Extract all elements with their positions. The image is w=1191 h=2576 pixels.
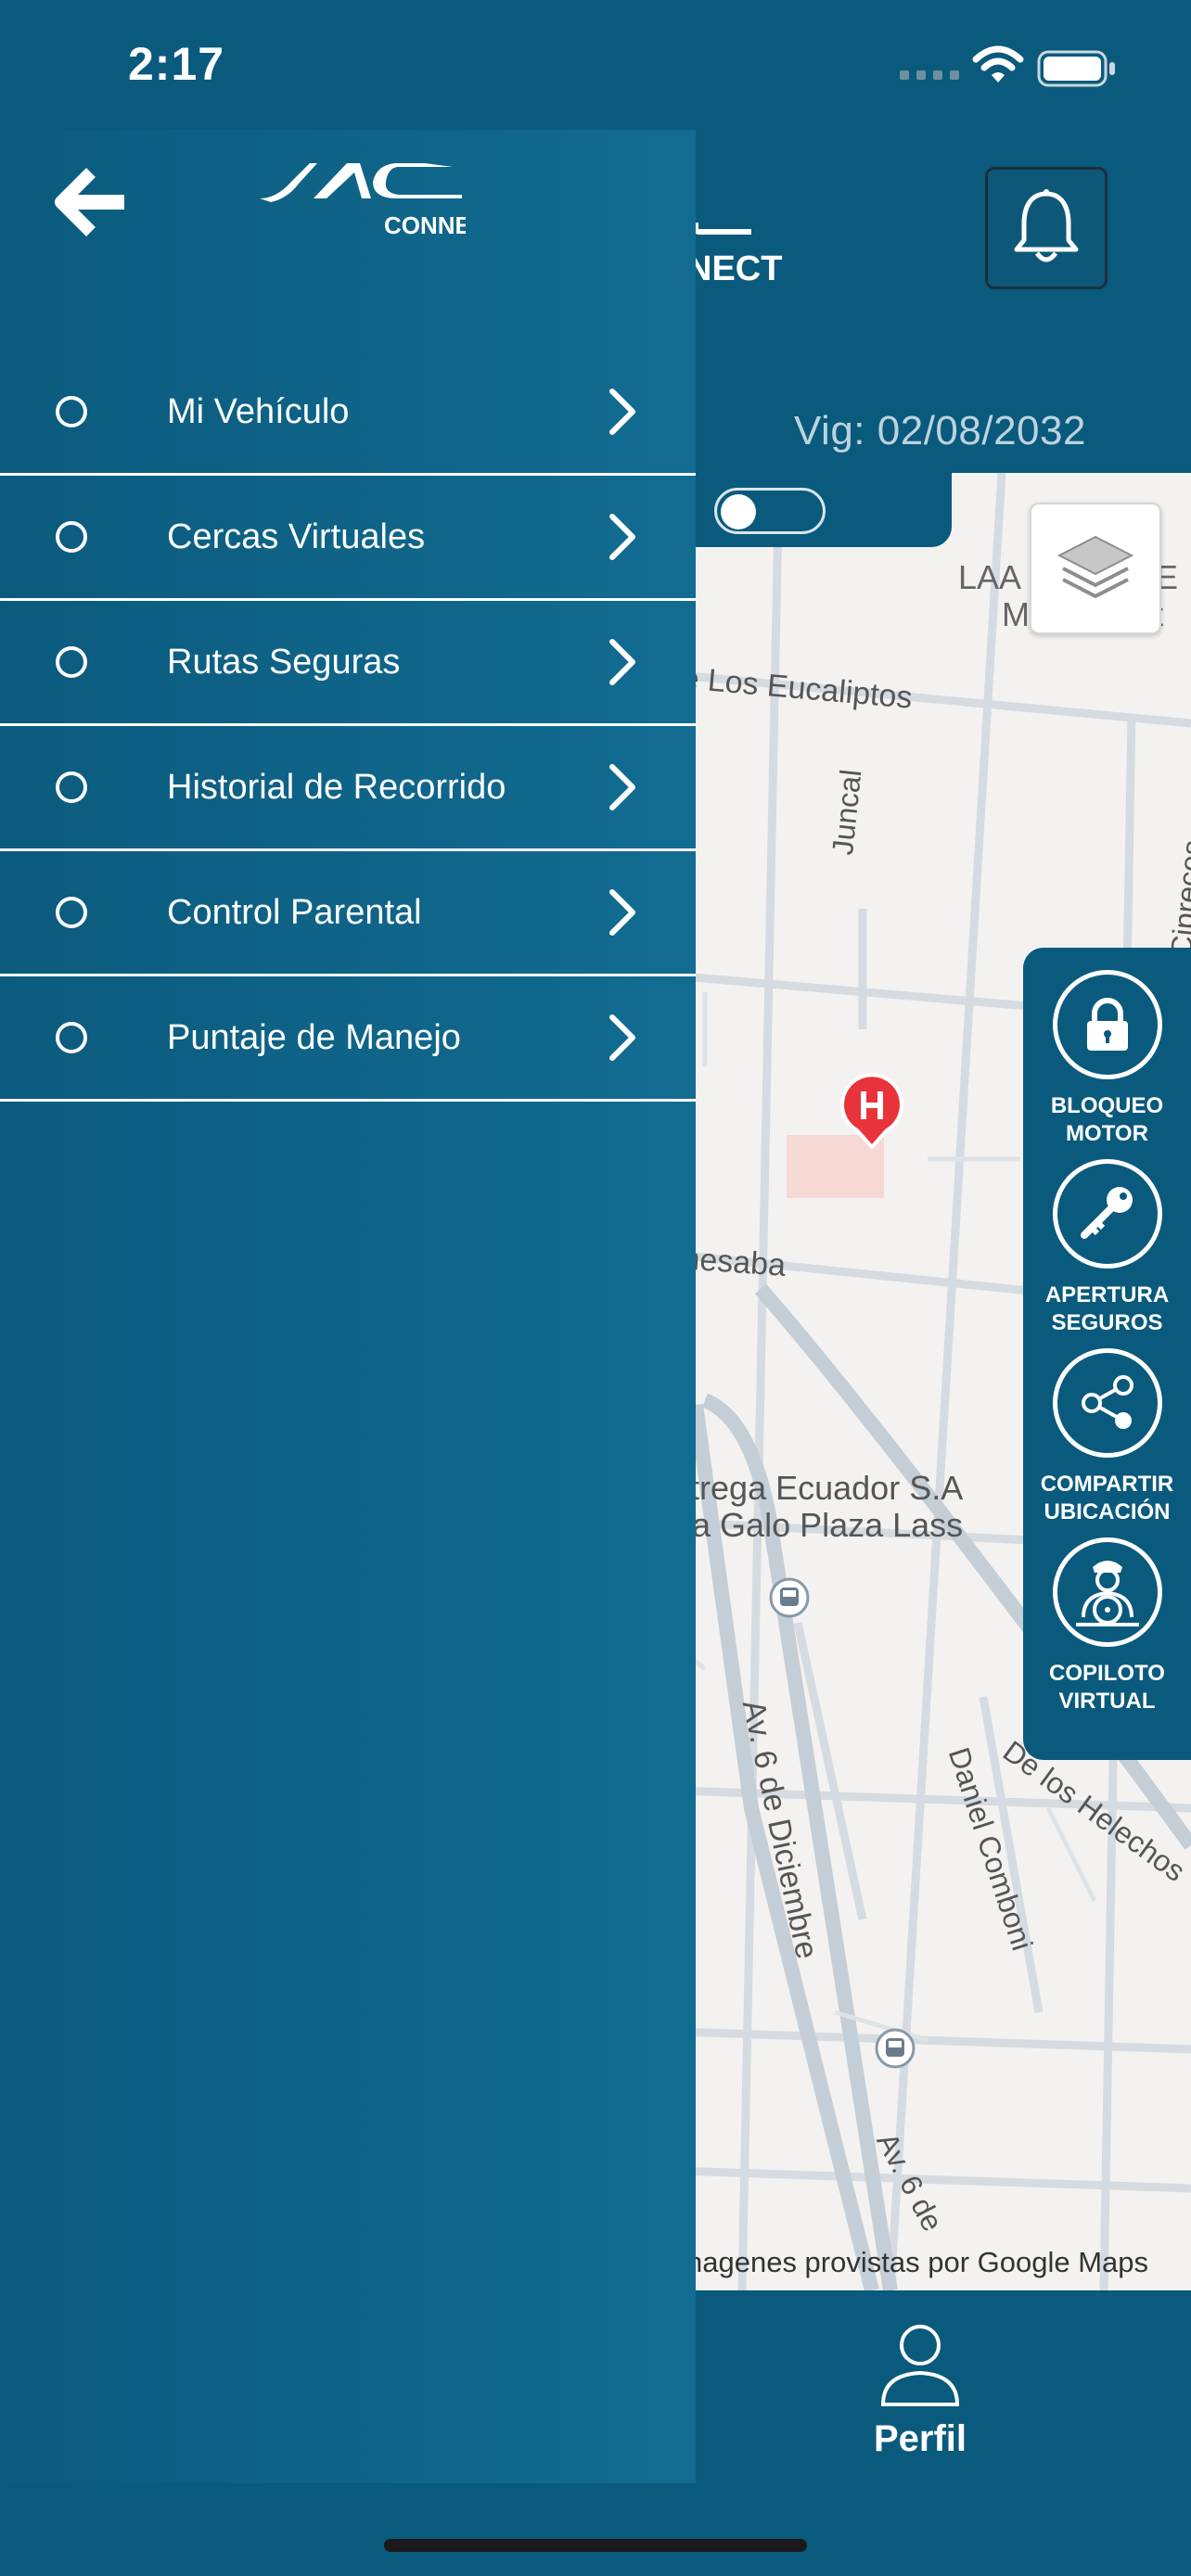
copiloto-virtual-action[interactable]: COPILOTO VIRTUAL (1023, 1537, 1191, 1715)
home-indicator[interactable] (384, 2539, 807, 2552)
menu-item-historial-recorrido[interactable]: Historial de Recorrido (0, 726, 696, 851)
cellular-signal-icon (900, 70, 959, 80)
side-drawer: CONNECT Mi Vehículo Cercas Virtuales Rut… (0, 130, 696, 2483)
hospital-marker-icon[interactable] (839, 1071, 905, 1149)
bell-icon (1014, 189, 1079, 262)
menu-item-label: Puntaje de Manejo (167, 1017, 461, 1057)
menu-item-label: Rutas Seguras (167, 642, 401, 682)
action-label: APERTURA (1044, 1282, 1170, 1307)
menu-item-label: Mi Vehículo (167, 391, 350, 431)
action-label: SEGUROS (1051, 1310, 1163, 1335)
quick-actions-panel: BLOQUEO MOTOR APERTURA SEGUROS COMPARTIR… (1023, 948, 1191, 1760)
menu-item-rutas-seguras[interactable]: Rutas Seguras (0, 601, 696, 726)
battery-icon (1037, 50, 1115, 87)
notifications-button[interactable] (985, 167, 1108, 289)
chevron-right-icon (609, 1014, 635, 1061)
key-icon[interactable] (1052, 1159, 1162, 1269)
menu-item-mi-vehiculo[interactable]: Mi Vehículo (0, 351, 696, 476)
apertura-seguros-action[interactable]: APERTURA SEGUROS (1023, 1159, 1191, 1337)
layers-icon (1057, 535, 1134, 599)
menu-item-puntaje-manejo[interactable]: Puntaje de Manejo (0, 976, 696, 1102)
action-label: MOTOR (1066, 1121, 1148, 1146)
radio-bullet-icon (56, 772, 87, 803)
toggle-knob (721, 494, 756, 529)
map-label: entrega Ecuador S.A (653, 1469, 964, 1507)
copilot-icon[interactable] (1052, 1537, 1162, 1647)
action-label: COMPARTIR (1040, 1472, 1174, 1497)
menu-item-label: Control Parental (167, 892, 422, 932)
radio-bullet-icon (56, 897, 87, 928)
menu-item-label: Cercas Virtuales (167, 516, 426, 556)
radio-bullet-icon (56, 521, 87, 553)
chevron-right-icon (609, 764, 635, 810)
radio-bullet-icon (56, 1022, 87, 1053)
profile-label: Perfil (873, 2418, 967, 2459)
validity-date: Vig: 02/08/2032 (794, 408, 1086, 453)
drawer-menu: Mi Vehículo Cercas Virtuales Rutas Segur… (0, 351, 696, 1102)
status-time: 2:17 (128, 38, 225, 90)
bus-stop-icon[interactable] (768, 1576, 811, 1619)
map-label: ncia Galo Plaza Lass (649, 1506, 964, 1544)
wifi-icon (972, 45, 1024, 83)
bloqueo-motor-action[interactable]: BLOQUEO MOTOR (1023, 970, 1191, 1148)
radio-bullet-icon (56, 396, 87, 427)
menu-item-cercas-virtuales[interactable]: Cercas Virtuales (0, 476, 696, 601)
app-logo: NECT (686, 167, 826, 306)
map-label: LAA (958, 558, 1022, 596)
user-icon (880, 2325, 960, 2406)
action-label: UBICACIÓN (1044, 1499, 1171, 1524)
profile-tab[interactable]: Perfil (835, 2323, 1005, 2460)
chevron-right-icon (609, 639, 635, 685)
action-label: COPILOTO (1049, 1661, 1165, 1686)
jac-connect-logo: CONNECT (260, 163, 466, 239)
chevron-right-icon (609, 389, 635, 435)
menu-item-label: Historial de Recorrido (167, 767, 506, 807)
chevron-right-icon (609, 889, 635, 936)
lock-icon[interactable] (1052, 970, 1162, 1079)
action-label: BLOQUEO (1050, 1093, 1164, 1118)
bus-stop-icon[interactable] (874, 2027, 916, 2070)
map-toggle-switch[interactable] (714, 488, 826, 534)
brand-subtext: NECT (686, 249, 782, 288)
compartir-ubicacion-action[interactable]: COMPARTIR UBICACIÓN (1023, 1348, 1191, 1526)
back-arrow-icon[interactable] (54, 165, 128, 239)
logo-subtext: CONNECT (384, 211, 466, 239)
chevron-right-icon (609, 514, 635, 560)
map-attribution: nagenes provistas por Google Maps (686, 2246, 1149, 2278)
action-label: VIRTUAL (1058, 1689, 1156, 1714)
share-icon[interactable] (1052, 1348, 1162, 1458)
menu-item-control-parental[interactable]: Control Parental (0, 851, 696, 976)
status-bar: 2:17 (0, 0, 1191, 130)
map-layers-button[interactable] (1030, 503, 1161, 634)
radio-bullet-icon (56, 646, 87, 678)
